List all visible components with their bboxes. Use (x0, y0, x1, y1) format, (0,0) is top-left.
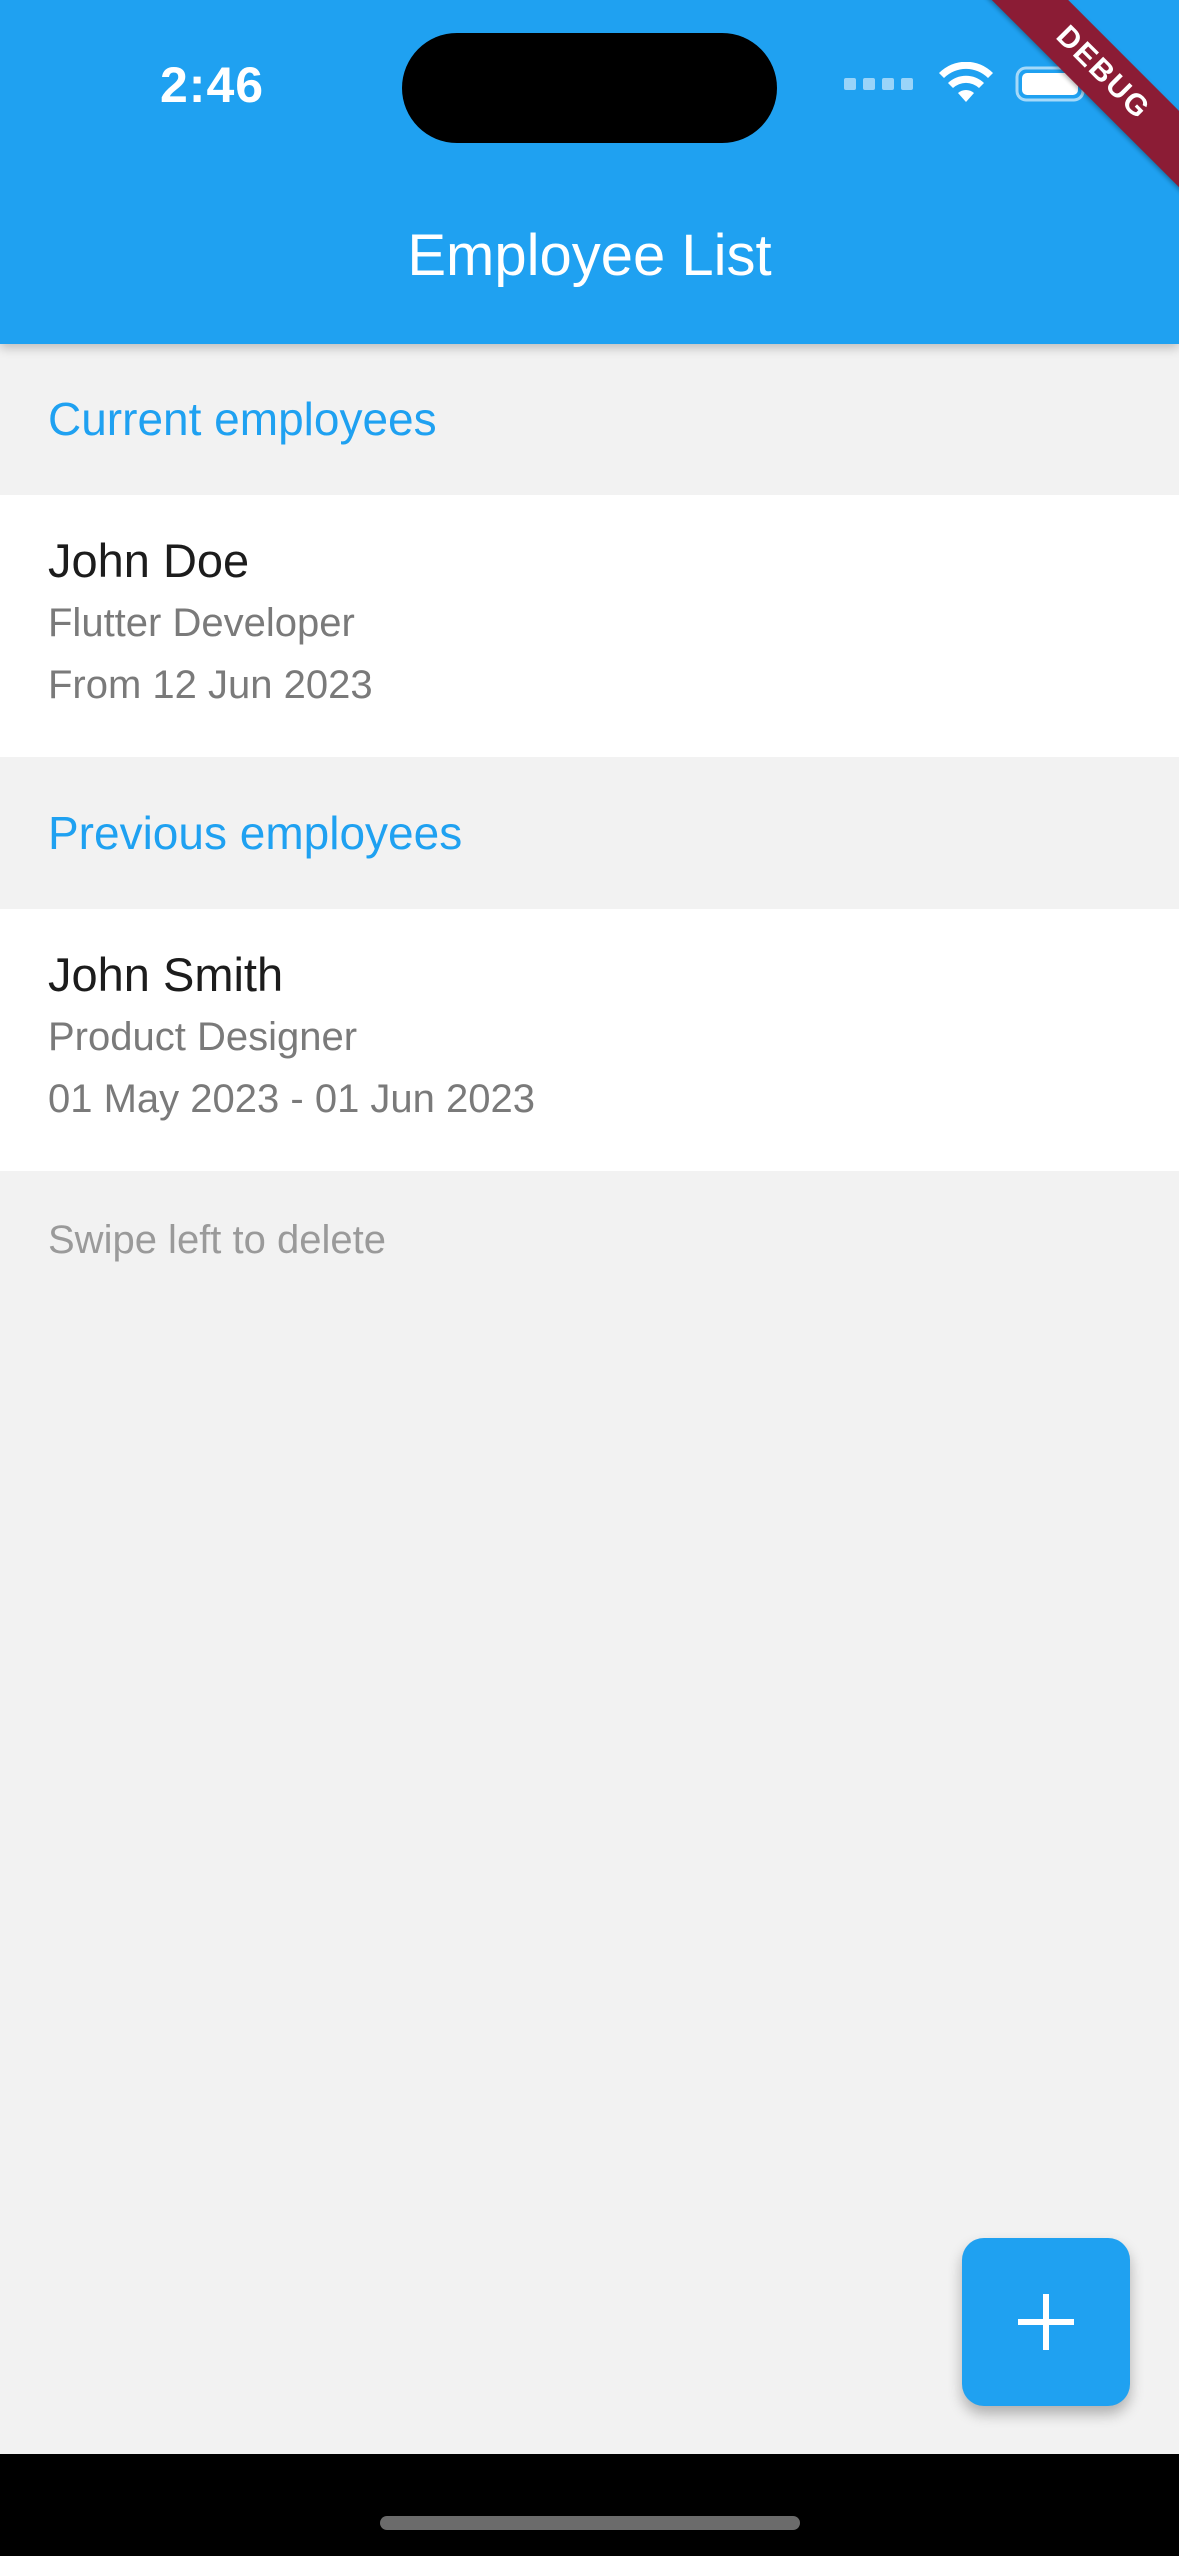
home-indicator[interactable] (380, 2516, 800, 2530)
employee-name: John Smith (48, 948, 284, 1001)
employee-card-john-smith[interactable]: John Smith Product Designer 01 May 2023 … (0, 909, 1179, 1171)
employee-dates: 01 May 2023 - 01 Jun 2023 (48, 1077, 536, 1121)
employee-role: Product Designer (48, 1015, 358, 1059)
wifi-icon (939, 62, 993, 102)
status-icons (844, 62, 1093, 106)
add-employee-button[interactable] (962, 2238, 1130, 2406)
plus-icon (1018, 2294, 1074, 2350)
swipe-hint: Swipe left to delete (48, 1218, 386, 1262)
bottom-safe-area (0, 2454, 1179, 2556)
page-title: Employee List (407, 223, 772, 288)
employee-role: Flutter Developer (48, 601, 355, 645)
dynamic-island (402, 33, 777, 143)
cellular-signal-icon (844, 78, 913, 90)
employee-card-john-doe[interactable]: John Doe Flutter Developer From 12 Jun 2… (0, 495, 1179, 757)
status-time: 2:46 (160, 57, 265, 113)
current-employees-header: Current employees (48, 393, 437, 445)
app-bar: 2:46 DEBUG Employee List (0, 0, 1179, 344)
employee-dates: From 12 Jun 2023 (48, 663, 373, 707)
previous-employees-header: Previous employees (48, 807, 463, 859)
employee-name: John Doe (48, 534, 250, 587)
